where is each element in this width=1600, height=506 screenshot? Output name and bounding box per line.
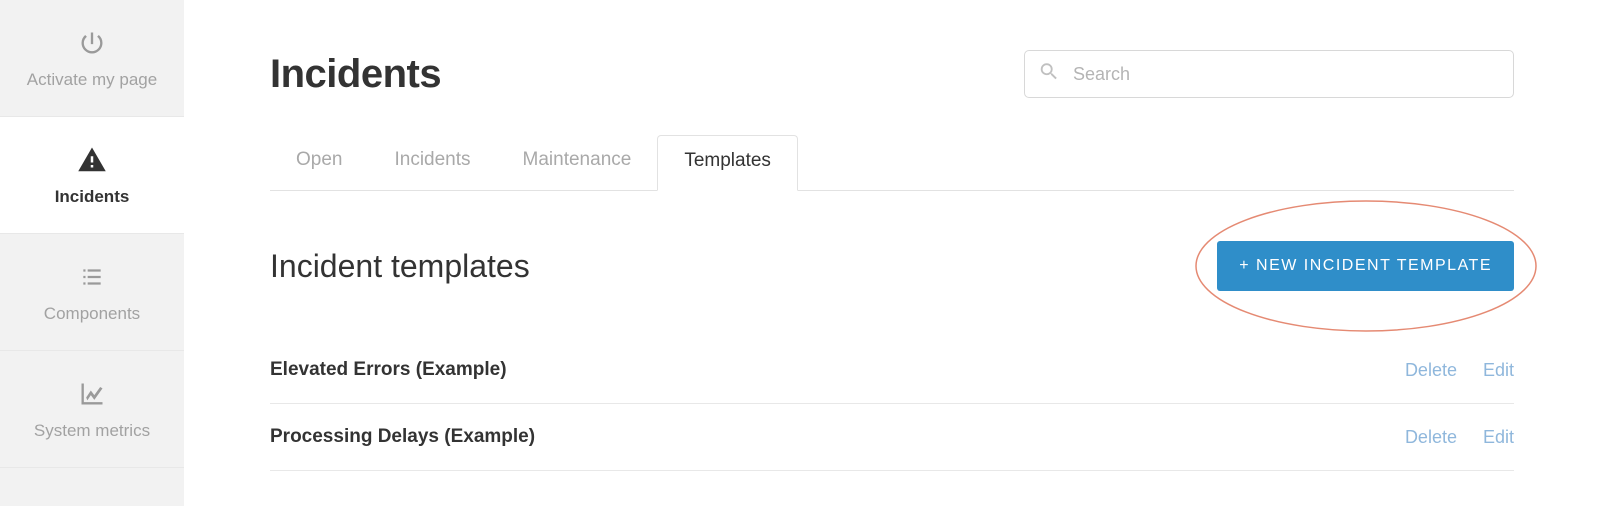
sidebar-item-label: System metrics xyxy=(34,421,150,441)
new-incident-template-button[interactable]: + NEW INCIDENT TEMPLATE xyxy=(1217,241,1514,291)
tab-incidents[interactable]: Incidents xyxy=(368,135,496,191)
chart-icon xyxy=(78,379,106,409)
power-icon xyxy=(78,28,106,58)
template-actions: Delete Edit xyxy=(1405,360,1514,381)
sidebar-item-label: Components xyxy=(44,304,140,324)
edit-link[interactable]: Edit xyxy=(1483,360,1514,381)
edit-link[interactable]: Edit xyxy=(1483,427,1514,448)
main-content: Incidents Open Incidents Maintenance Tem… xyxy=(184,0,1600,506)
template-row: Elevated Errors (Example) Delete Edit xyxy=(270,337,1514,404)
new-button-wrap: + NEW INCIDENT TEMPLATE xyxy=(1217,241,1514,291)
sidebar: Activate my page Incidents Components Sy… xyxy=(0,0,184,506)
search-field-wrap xyxy=(1024,50,1514,98)
section-title: Incident templates xyxy=(270,248,530,285)
sidebar-item-incidents[interactable]: Incidents xyxy=(0,117,184,234)
sidebar-item-label: Activate my page xyxy=(27,70,157,90)
tab-maintenance[interactable]: Maintenance xyxy=(497,135,658,191)
header-row: Incidents xyxy=(270,50,1514,98)
template-name: Elevated Errors (Example) xyxy=(270,359,507,381)
sidebar-item-activate[interactable]: Activate my page xyxy=(0,0,184,117)
tabs: Open Incidents Maintenance Templates xyxy=(270,134,1514,191)
warning-icon xyxy=(77,145,107,175)
section-header: Incident templates + NEW INCIDENT TEMPLA… xyxy=(270,241,1514,291)
template-name: Processing Delays (Example) xyxy=(270,426,535,448)
search-input[interactable] xyxy=(1024,50,1514,98)
sidebar-item-label: Incidents xyxy=(55,187,130,207)
list-icon xyxy=(79,262,105,292)
template-actions: Delete Edit xyxy=(1405,427,1514,448)
tab-templates[interactable]: Templates xyxy=(657,135,798,191)
template-row: Processing Delays (Example) Delete Edit xyxy=(270,404,1514,471)
sidebar-item-system-metrics[interactable]: System metrics xyxy=(0,351,184,468)
sidebar-item-components[interactable]: Components xyxy=(0,234,184,351)
delete-link[interactable]: Delete xyxy=(1405,427,1457,448)
delete-link[interactable]: Delete xyxy=(1405,360,1457,381)
tab-open[interactable]: Open xyxy=(270,135,368,191)
page-title: Incidents xyxy=(270,52,441,97)
template-list: Elevated Errors (Example) Delete Edit Pr… xyxy=(270,337,1514,471)
